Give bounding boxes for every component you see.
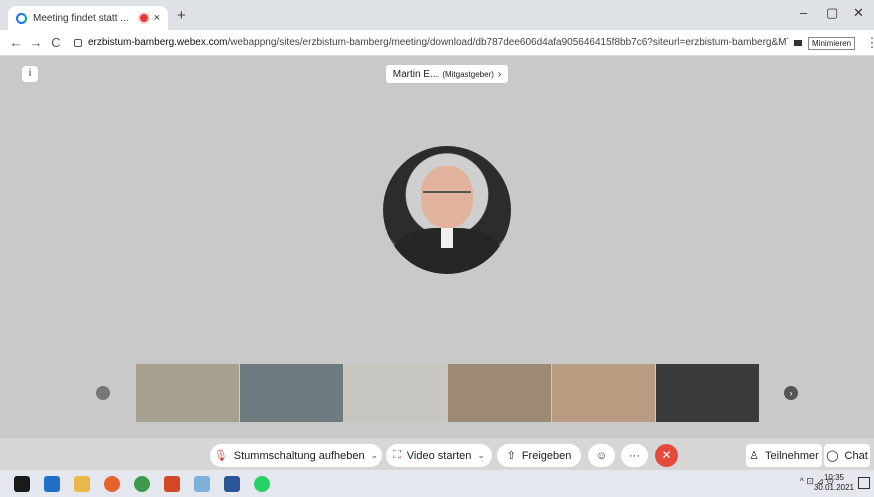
speaker-role: (Mitgastgeber) [442,69,494,79]
strip-next-button[interactable]: › [784,386,798,400]
window-close-button[interactable]: ✕ [853,5,864,21]
notification-icon[interactable] [858,477,870,489]
tab-close-icon[interactable]: × [154,12,160,24]
window-minimize-button[interactable]: – [800,5,807,20]
reload-button[interactable]: C [46,35,66,50]
meeting-info-button[interactable]: i [22,66,38,82]
unmute-button[interactable]: 🎙 Stummschaltung aufheben ⌄ [210,444,382,467]
camera-icon[interactable] [794,39,802,46]
url-host: erzbistum-bamberg.webex.com [88,37,228,48]
url-field[interactable]: erzbistum-bamberg.webex.com/webappng/sit… [88,37,788,48]
forward-button[interactable]: → [26,35,46,50]
avatar-glasses [423,191,471,197]
strip-prev-button[interactable] [96,386,110,400]
participants-label: Teilnehmer [765,449,819,462]
windows-taskbar: ^ ⊡ ⊿ ⊙ 10:35 30.01.2021 [0,470,874,497]
new-tab-button[interactable]: + [177,7,186,24]
chevron-right-icon: › [497,68,502,80]
share-label: Freigeben [521,449,572,462]
avatar-face [421,166,473,228]
participant-thumbnail[interactable] [552,364,655,422]
mic-muted-icon: 🎙 [213,450,228,462]
meeting-toolbar: 🎙 Stummschaltung aufheben ⌄ ⛶ Video star… [0,438,874,470]
outlook-icon[interactable] [44,475,60,492]
participant-thumbnail[interactable] [344,364,447,422]
browser-menu-icon[interactable]: ⋮ [862,35,874,51]
browser-tabbar: Meeting findet statt ... × + – ▢ ✕ [0,0,874,30]
lock-icon [74,38,82,47]
snipping-tool-icon[interactable] [194,475,210,492]
share-button[interactable]: ⇧ Freigeben [497,444,581,467]
unmute-label: Stummschaltung aufheben [233,449,365,462]
participant-thumbnail[interactable] [656,364,759,422]
word-icon[interactable] [224,475,240,492]
windows-start-icon[interactable] [14,475,30,492]
share-icon: ⇧ [506,450,516,462]
start-video-button[interactable]: ⛶ Video starten ⌄ [386,444,492,467]
participant-thumbnail[interactable] [136,364,239,422]
chevron-down-icon[interactable]: ⌄ [477,450,485,461]
avatar-collar [441,228,453,248]
webex-favicon-icon [16,12,27,24]
url-path: /webappng/sites/erzbistum-bamberg/meetin… [227,37,789,48]
emoji-icon: ☺ [595,449,608,462]
leave-meeting-button[interactable]: ✕ [655,444,678,467]
active-speaker-label[interactable]: Martin E... (Mitgastgeber) › [386,65,508,83]
participant-thumbnail[interactable] [448,364,551,422]
back-button[interactable]: ← [6,35,26,50]
whatsapp-icon[interactable] [254,475,270,492]
video-off-icon: ⛶ [393,449,401,461]
powerpoint-icon[interactable] [164,475,180,492]
firefox-icon[interactable] [104,475,120,492]
file-explorer-icon[interactable] [74,475,90,492]
reactions-button[interactable]: ☺ [588,444,615,467]
participant-strip [136,364,759,422]
chat-label: Chat [844,449,868,462]
recording-indicator-icon [139,14,148,22]
minimize-tooltip: Minimieren [808,37,856,50]
chevron-down-icon[interactable]: ⌄ [371,450,379,461]
meeting-stage: i Martin E... (Mitgastgeber) › › [0,56,874,438]
chrome-icon[interactable] [134,475,150,492]
speaker-avatar [383,146,511,274]
clock-time: 10:35 [823,473,844,482]
participant-thumbnail[interactable] [240,364,343,422]
tab-title: Meeting findet statt ... [33,12,129,24]
speaker-name: Martin E... [392,68,439,80]
address-bar: ← → C erzbistum-bamberg.webex.com/webapp… [0,30,874,56]
participants-button[interactable]: ♙ Teilnehmer [746,444,822,467]
person-icon: ♙ [749,450,760,462]
more-icon: ··· [629,449,640,462]
clock-date: 30.01.2021 [813,483,854,492]
start-video-label: Video starten [406,449,472,462]
browser-tab[interactable]: Meeting findet statt ... × [8,6,168,30]
chat-button[interactable]: ◯ Chat [824,444,870,467]
more-options-button[interactable]: ··· [621,444,648,467]
window-restore-button[interactable]: ▢ [826,5,838,21]
chat-bubble-icon: ◯ [826,450,839,462]
taskbar-clock[interactable]: 10:35 30.01.2021 [814,473,854,493]
